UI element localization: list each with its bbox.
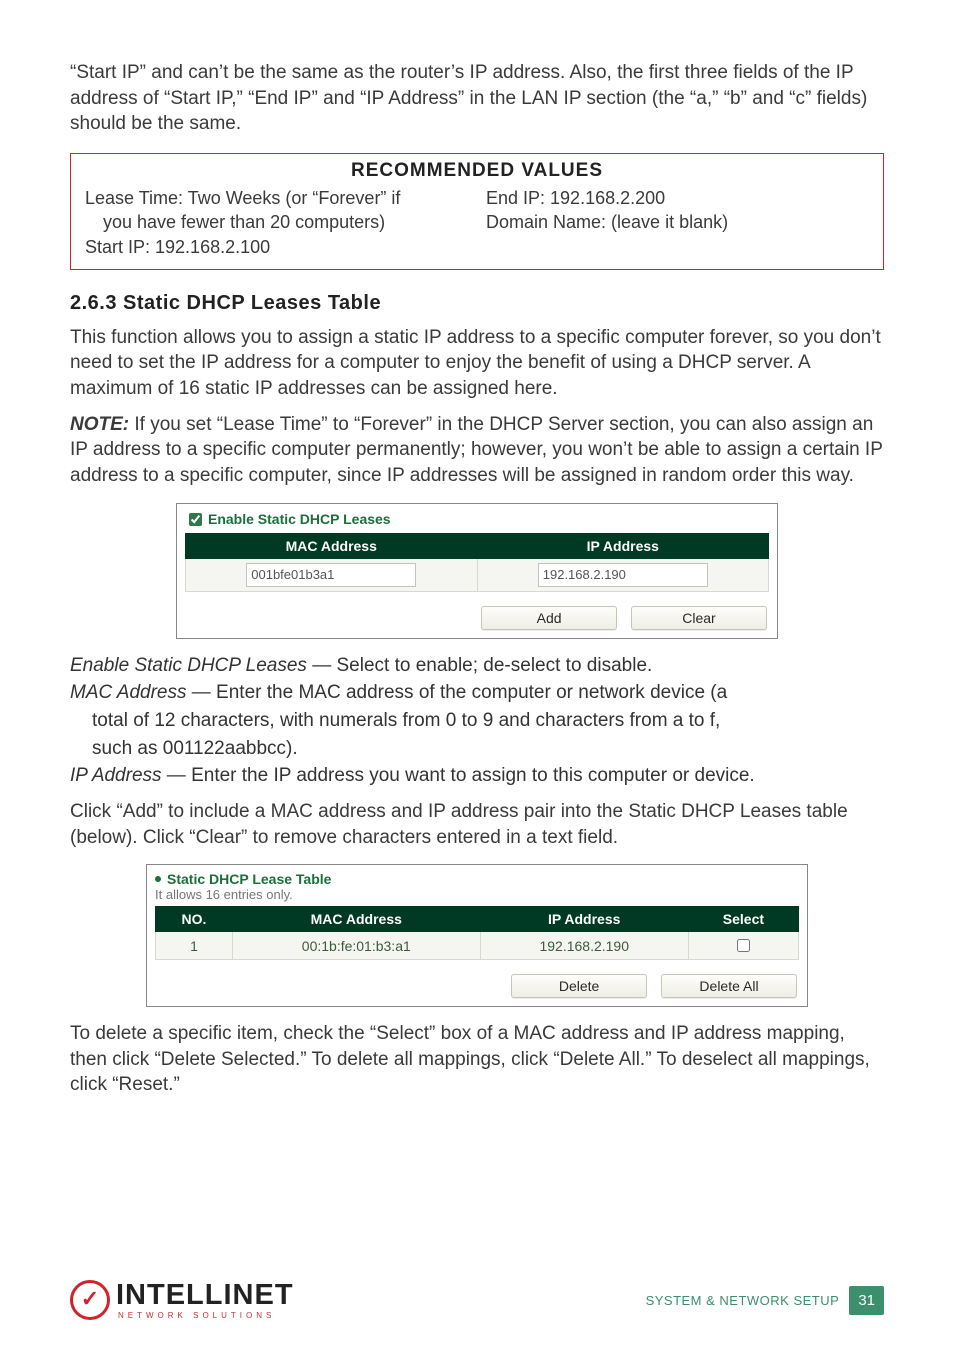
bullet-icon <box>155 876 161 882</box>
cell-no: 1 <box>156 932 233 960</box>
rec-left-line2: Start IP: 192.168.2.100 <box>85 235 468 259</box>
rec-left-line1-indent: you have fewer than 20 computers) <box>85 210 468 234</box>
add-button[interactable]: Add <box>481 606 617 630</box>
paragraph-2: If you set “Lease Time” to “Forever” in … <box>70 414 883 486</box>
cell-ip: 192.168.2.190 <box>480 932 688 960</box>
subheading-static-dhcp: 2.6.3 Static DHCP Leases Table <box>70 292 884 315</box>
def-enable-term: Enable Static DHCP Leases <box>70 655 307 676</box>
figure-enable-static-dhcp: Enable Static DHCP Leases MAC Address IP… <box>176 503 778 639</box>
page-number: 31 <box>849 1286 884 1315</box>
logo-text: INTELLINET <box>116 1281 294 1310</box>
rec-right-line2: Domain Name: (leave it blank) <box>486 210 869 234</box>
cell-mac-input <box>186 558 478 591</box>
static-dhcp-lease-table: NO. MAC Address IP Address Select 1 00:1… <box>155 906 799 960</box>
lease-table-title: Static DHCP Lease Table <box>167 871 331 887</box>
logo-subtext: NETWORK SOLUTIONS <box>116 1312 294 1320</box>
recommended-values-box: RECOMMENDED VALUES Lease Time: Two Weeks… <box>70 153 884 270</box>
ip-address-input[interactable] <box>538 563 708 587</box>
col-ip-address: IP Address <box>477 533 769 558</box>
definition-list: Enable Static DHCP Leases — Select to en… <box>70 653 884 789</box>
footer-section-label: SYSTEM & NETWORK SETUP <box>646 1293 840 1308</box>
check-circle-icon <box>70 1280 110 1320</box>
lease-table-subtitle: It allows 16 entries only. <box>147 887 807 906</box>
paragraph-3: Click “Add” to include a MAC address and… <box>70 799 884 850</box>
enable-static-dhcp-label: Enable Static DHCP Leases <box>208 511 391 527</box>
static-dhcp-input-table: MAC Address IP Address <box>185 533 769 592</box>
def-ip-term: IP Address <box>70 765 162 786</box>
cell-ip-input <box>477 558 769 591</box>
mac-address-input[interactable] <box>246 563 416 587</box>
table-row: 1 00:1b:fe:01:b3:a1 192.168.2.190 <box>156 932 799 960</box>
def-mac-term: MAC Address <box>70 682 187 703</box>
delete-all-button[interactable]: Delete All <box>661 974 797 998</box>
col-mac-address: MAC Address <box>186 533 478 558</box>
col-mac-address-2: MAC Address <box>232 907 480 932</box>
intro-paragraph: “Start IP” and can’t be the same as the … <box>70 60 884 137</box>
logo: INTELLINET NETWORK SOLUTIONS <box>70 1280 294 1320</box>
def-mac-text-1: — Enter the MAC address of the computer … <box>187 682 728 703</box>
recommended-title: RECOMMENDED VALUES <box>85 154 869 186</box>
paragraph-note: NOTE: If you set “Lease Time” to “Foreve… <box>70 412 884 489</box>
paragraph-4: To delete a specific item, check the “Se… <box>70 1021 884 1098</box>
delete-button[interactable]: Delete <box>511 974 647 998</box>
col-select: Select <box>688 907 798 932</box>
def-mac-text-3: such as 001122aabbcc). <box>70 736 884 762</box>
clear-button[interactable]: Clear <box>631 606 767 630</box>
page-footer: INTELLINET NETWORK SOLUTIONS SYSTEM & NE… <box>70 1280 884 1320</box>
def-ip-text: — Enter the IP address you want to assig… <box>162 765 755 786</box>
def-mac-text-2: total of 12 characters, with numerals fr… <box>70 708 884 734</box>
def-enable-text: — Select to enable; de-select to disable… <box>307 655 652 676</box>
paragraph-1: This function allows you to assign a sta… <box>70 325 884 402</box>
enable-static-dhcp-checkbox[interactable] <box>189 513 202 526</box>
col-ip-address-2: IP Address <box>480 907 688 932</box>
select-row-checkbox[interactable] <box>737 939 750 952</box>
cell-select <box>688 932 798 960</box>
rec-left-line1: Lease Time: Two Weeks (or “Forever” if <box>85 186 468 210</box>
rec-right-line1: End IP: 192.168.2.200 <box>486 186 869 210</box>
figure-lease-table: Static DHCP Lease Table It allows 16 ent… <box>146 864 808 1007</box>
cell-mac: 00:1b:fe:01:b3:a1 <box>232 932 480 960</box>
col-no: NO. <box>156 907 233 932</box>
note-label: NOTE: <box>70 414 129 435</box>
